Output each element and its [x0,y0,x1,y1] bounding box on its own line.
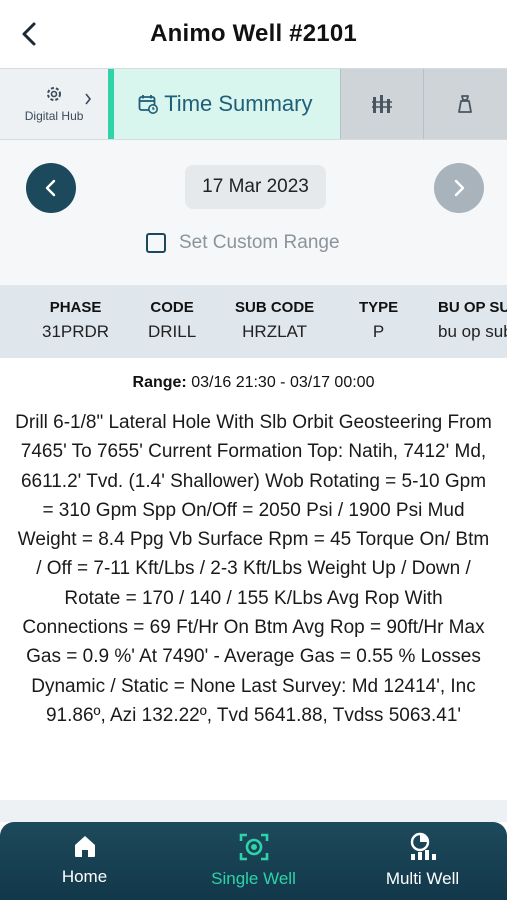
date-selector: 17 Mar 2023 Set Custom Range [0,140,507,285]
tab-bar: Digital Hub Time Summary [0,68,507,140]
tab-time-summary[interactable]: Time Summary [108,69,340,139]
table-header: CODE [150,299,194,316]
calendar-clock-icon [138,95,159,114]
custom-range-label: Set Custom Range [179,232,340,253]
home-icon [74,836,95,857]
nav-single-well-label: Single Well [211,869,296,888]
back-button[interactable] [14,18,46,50]
tab-digital-hub[interactable]: Digital Hub [0,69,109,139]
table-header: TYPE [359,299,399,316]
weight-icon [457,95,472,113]
custom-range-toggle[interactable]: Set Custom Range [146,232,340,254]
activity-description: Drill 6-1/8" Lateral Hole With Slb Orbit… [15,412,492,726]
activity-codes-table: PHASE 31PRDR CODE DRILL SUB CODE HRZLAT … [0,285,507,358]
table-header: BU OP SUB [438,299,507,316]
page-title: Animo Well #2101 [150,20,357,47]
tab-mud-weight[interactable] [422,69,507,139]
range-label: Range: [132,374,187,391]
target-scan-icon [239,833,268,861]
chevron-right-icon [454,179,465,197]
chevron-left-icon [45,179,56,197]
nav-multi-well-label: Multi Well [385,869,460,888]
nav-multi-well[interactable]: Multi Well [338,822,507,900]
table-column-type: TYPE P [359,299,398,342]
table-column-phase: PHASE 31PRDR [42,299,109,342]
nav-single-well[interactable]: Single Well [169,822,338,900]
bottom-navigation: Home Single Well Multi Well [0,822,507,900]
nav-home[interactable]: Home [0,822,169,900]
next-date-button[interactable] [434,163,484,213]
previous-date-button[interactable] [26,163,76,213]
table-cell: HRZLAT [242,322,308,341]
nav-home-label: Home [61,867,108,886]
table-cell: bu op sub [438,322,507,341]
tab-rig-equipment[interactable] [339,69,423,139]
table-cell: 31PRDR [42,322,110,341]
table-column-sub-code: SUB CODE HRZLAT [235,299,314,342]
date-chip[interactable]: 17 Mar 2023 [185,165,326,209]
section-divider [0,800,507,822]
table-header: PHASE [49,299,102,316]
range-value: 03/16 21:30 - 03/17 00:00 [191,374,375,391]
app-header: Animo Well #2101 [0,0,507,68]
tab-digital-hub-label: Digital Hub [24,109,84,123]
table-column-bu-op-sub: BU OP SUB bu op sub [438,299,507,342]
tab-time-summary-label: Time Summary [164,91,313,116]
chevron-right-icon [85,93,92,105]
table-cell: DRILL [148,322,197,341]
drilling-rig-icon [371,95,392,113]
table-cell: P [372,322,385,341]
multi-well-icon [410,832,436,860]
custom-range-checkbox[interactable] [146,233,166,253]
table-header: SUB CODE [235,299,315,316]
time-range: Range: 03/16 21:30 - 03/17 00:00 [0,374,507,392]
chevron-left-icon [22,22,36,46]
table-column-code: CODE DRILL [148,299,196,342]
hub-gear-icon [47,87,62,101]
